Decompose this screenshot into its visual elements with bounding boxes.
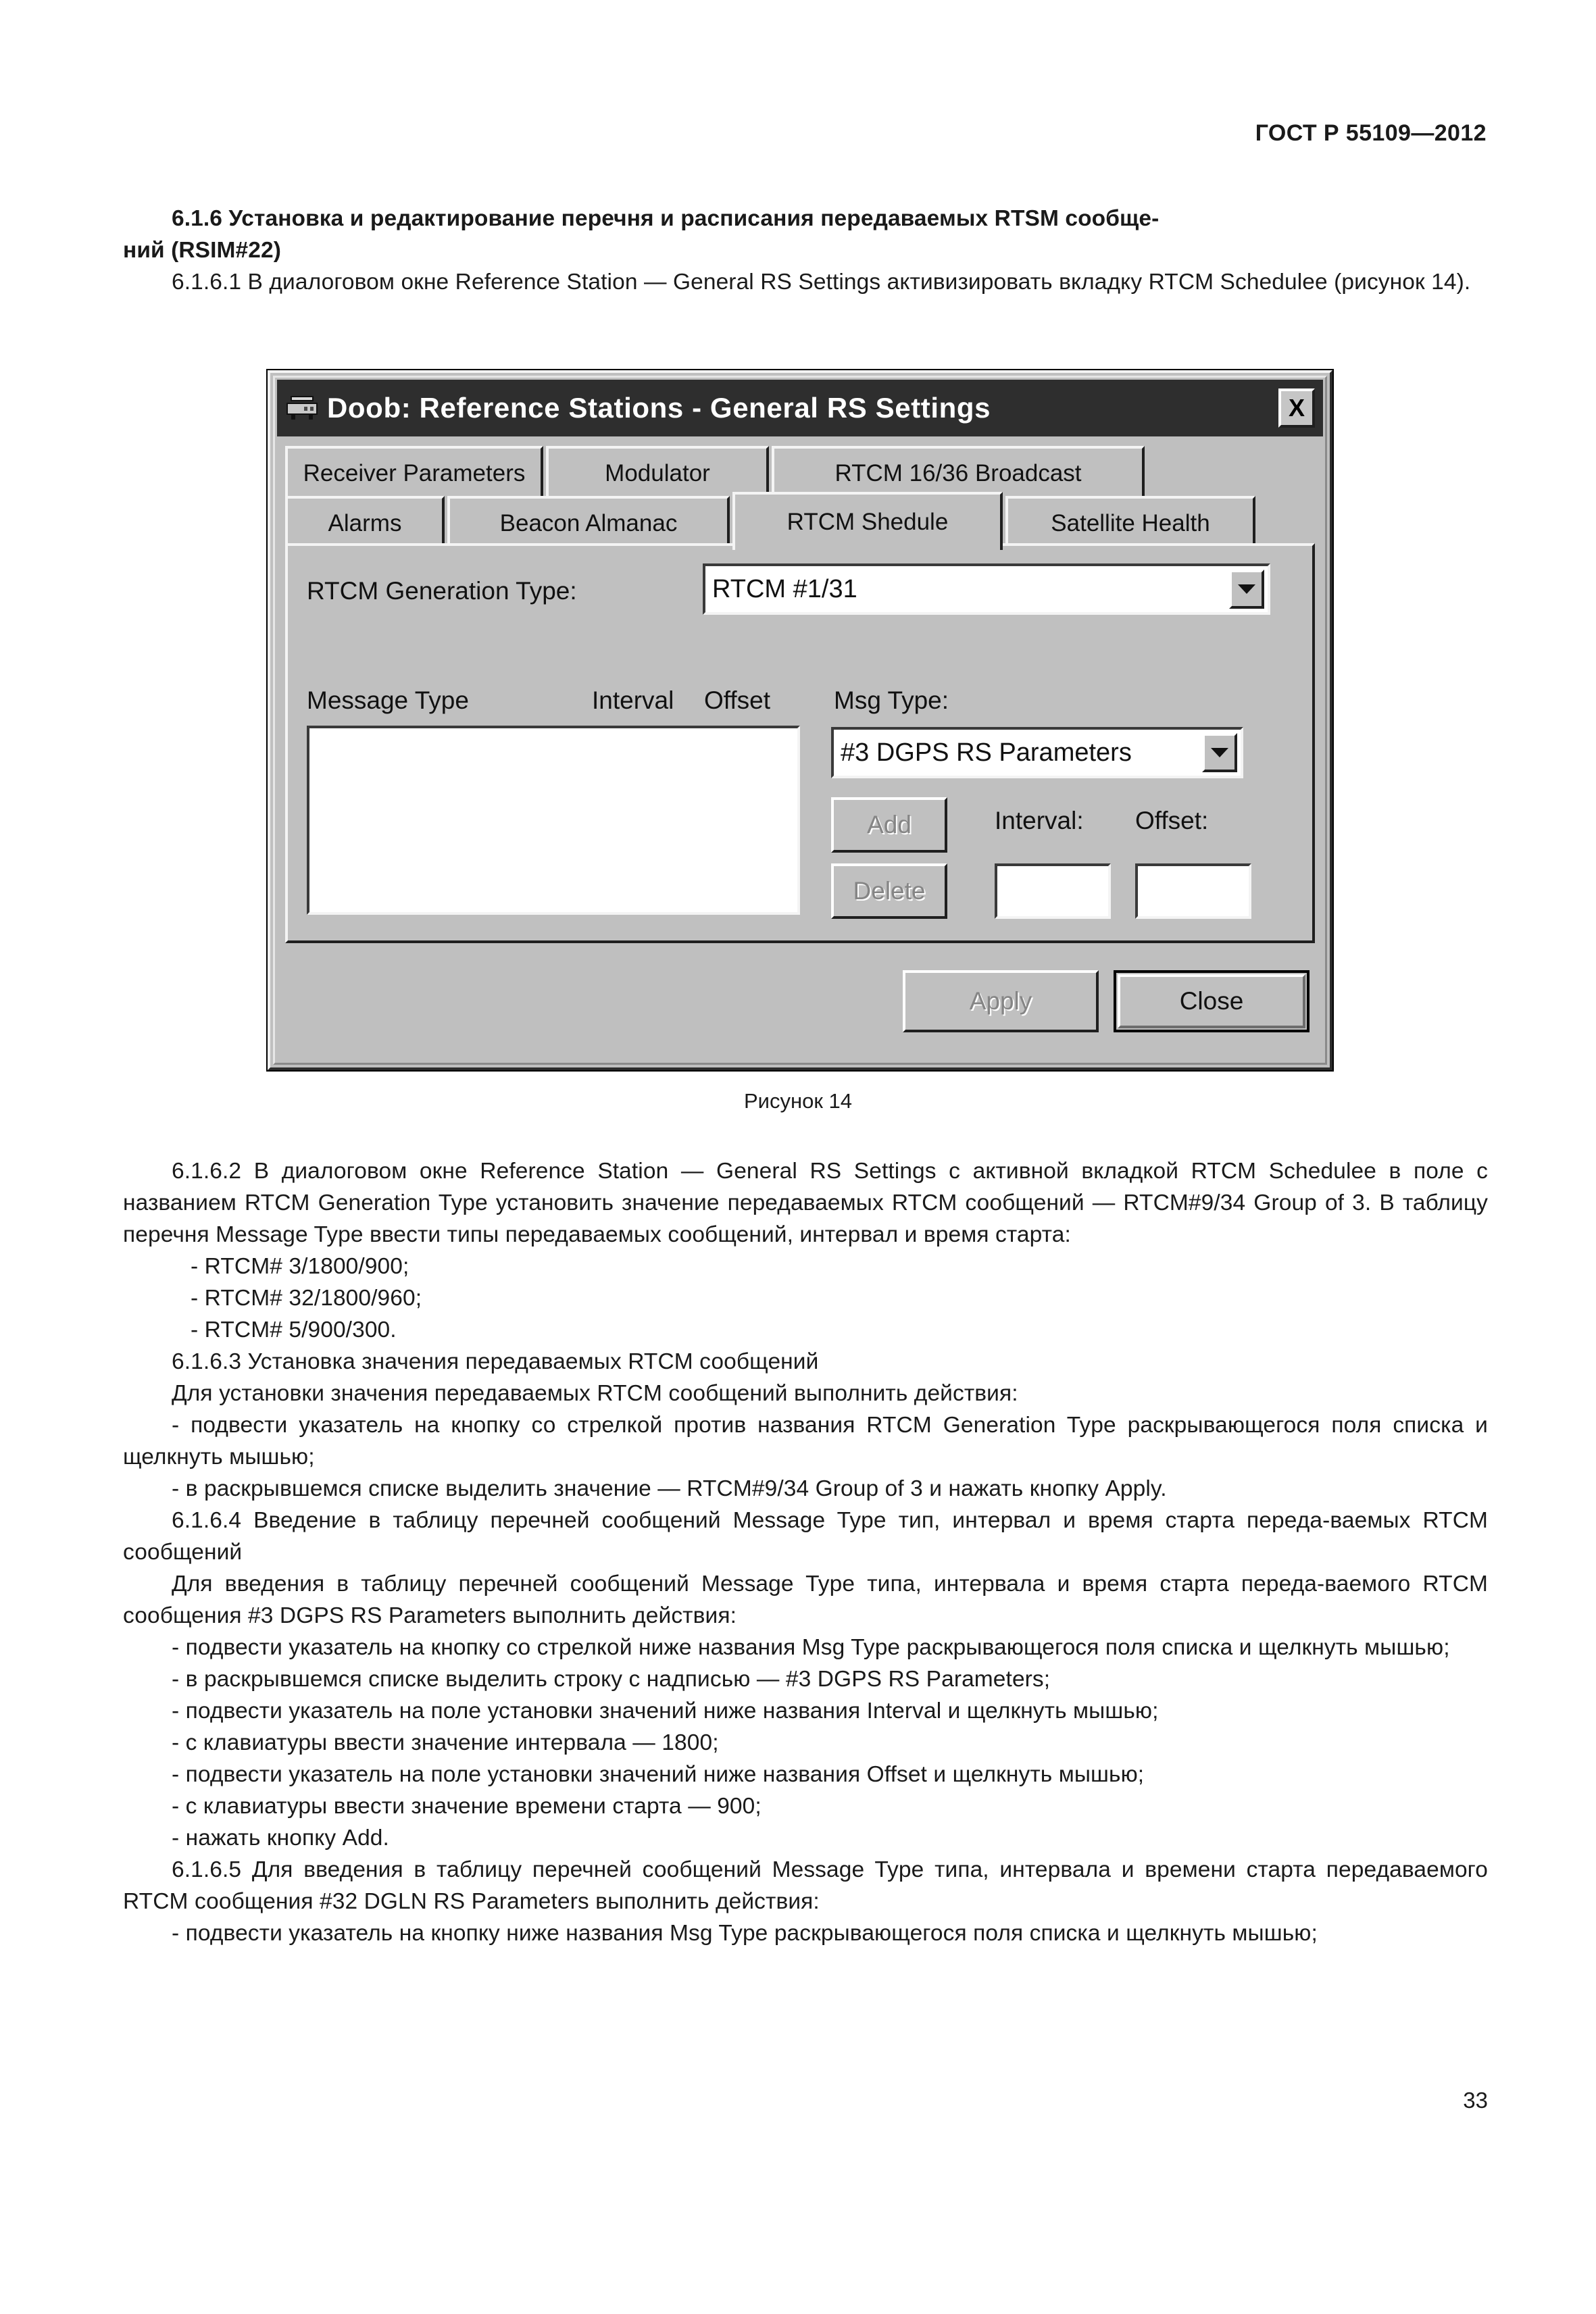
list-item: - подвести указатель на кнопку со стрелк…	[123, 1413, 1488, 1469]
paragraph-6-1-6-4: 6.1.6.4 Введение в таблицу перечней сооб…	[123, 1508, 1488, 1565]
paragraph-6-1-6-4-intro: Для введения в таблицу перечней сообщени…	[123, 1571, 1488, 1628]
close-icon[interactable]: X	[1278, 388, 1315, 428]
paragraph-6-1-6-1: 6.1.6.1 В диалоговом окне Reference Stat…	[172, 270, 1471, 295]
figure-caption: Рисунок 14	[743, 1089, 852, 1113]
list-item: - подвести указатель на поле установки з…	[172, 1699, 1159, 1724]
running-header-standard-number: ГОСТ Р 55109—2012	[1255, 120, 1487, 146]
paragraph-6-1-6-3-intro: Для установки значения передаваемых RTCM…	[172, 1381, 1018, 1406]
tabstrip: Receiver Parameters Modulator RTCM 16/36…	[285, 446, 1315, 550]
msg-type-value: #3 DGPS RS Parameters	[841, 738, 1132, 767]
tab-satellite-health[interactable]: Satellite Health	[1005, 496, 1255, 549]
tab-rtcm-shedule[interactable]: RTCM Shedule	[732, 492, 1003, 550]
offset-field-label: Offset:	[1135, 807, 1209, 834]
tab-receiver-parameters[interactable]: Receiver Parameters	[285, 446, 543, 499]
paragraph-6-1-6-5: 6.1.6.5 Для введения в таблицу перечней …	[123, 1857, 1488, 1914]
page-number: 33	[1463, 2088, 1488, 2113]
dialog-titlebar[interactable]: Doob: Reference Stations - General RS Se…	[277, 380, 1323, 436]
rtcm-generation-type-label: RTCM Generation Type:	[307, 577, 577, 605]
receiver-device-icon	[286, 395, 318, 422]
dialog-title: Doob: Reference Stations - General RS Se…	[327, 392, 991, 424]
rtcm-generation-type-value: RTCM #1/31	[712, 574, 857, 603]
message-type-listbox[interactable]	[307, 726, 800, 915]
tab-label: Beacon Almanac	[499, 510, 678, 536]
list-item: - подвести указатель на поле установки з…	[172, 1762, 1145, 1787]
delete-button[interactable]: Delete	[831, 863, 947, 919]
close-button[interactable]: Close	[1114, 970, 1310, 1032]
tab-label: Modulator	[605, 460, 710, 486]
section-heading-6-1-6-line1: 6.1.6 Установка и редактирование перечня…	[172, 206, 1159, 231]
body-text-bottom: 6.1.6.2 В диалоговом окне Reference Stat…	[123, 1155, 1488, 1949]
tab-label: Receiver Parameters	[303, 460, 526, 486]
tab-modulator[interactable]: Modulator	[546, 446, 769, 499]
msg-type-combo[interactable]: #3 DGPS RS Parameters	[831, 727, 1243, 778]
tab-label: RTCM Shedule	[787, 509, 949, 535]
list-item: - RTCM# 5/900/300.	[191, 1317, 397, 1342]
tab-alarms[interactable]: Alarms	[285, 496, 445, 549]
document-page: ГОСТ Р 55109—2012 Doob: Reference Statio…	[0, 0, 1596, 2314]
delete-button-label: Delete	[853, 877, 926, 905]
section-heading-6-1-6-line2: ний (RSIM#22)	[123, 238, 281, 263]
offset-column-header: Offset	[704, 686, 771, 714]
tab-label: Satellite Health	[1051, 510, 1210, 536]
rtcm-shedule-tab-panel: RTCM Generation Type: RTCM #1/31 Message…	[285, 543, 1315, 943]
tab-row-2: Alarms Beacon Almanac RTCM Shedule Satel…	[285, 492, 1315, 550]
chevron-down-icon[interactable]	[1202, 733, 1237, 772]
add-button[interactable]: Add	[831, 797, 947, 853]
list-item: - в раскрывшемся списке выделить строку …	[172, 1667, 1051, 1692]
tab-label: RTCM 16/36 Broadcast	[834, 460, 1082, 486]
reference-stations-dialog: Doob: Reference Stations - General RS Se…	[268, 370, 1332, 1070]
paragraph-6-1-6-2: 6.1.6.2 В диалоговом окне Reference Stat…	[123, 1159, 1488, 1247]
list-item: - подвести указатель на кнопку со стрелк…	[172, 1635, 1450, 1660]
close-button-label: Close	[1179, 987, 1244, 1015]
list-item: - RTCM# 3/1800/900;	[191, 1254, 409, 1279]
msg-type-label: Msg Type:	[834, 686, 949, 714]
list-item: - нажать кнопку Add.	[172, 1826, 389, 1851]
offset-input[interactable]	[1135, 863, 1251, 919]
interval-column-header: Interval	[592, 686, 674, 714]
tab-rtcm-16-36-broadcast[interactable]: RTCM 16/36 Broadcast	[772, 446, 1145, 499]
apply-button[interactable]: Apply	[903, 970, 1099, 1032]
message-type-column-header: Message Type	[307, 686, 469, 714]
tab-label: Alarms	[328, 510, 402, 536]
list-item: - с клавиатуры ввести значение интервала…	[172, 1730, 719, 1755]
tab-beacon-almanac[interactable]: Beacon Almanac	[447, 496, 730, 549]
tab-row-1: Receiver Parameters Modulator RTCM 16/36…	[285, 446, 1315, 499]
rtcm-generation-type-combo[interactable]: RTCM #1/31	[703, 563, 1270, 615]
interval-field-label: Interval:	[995, 807, 1084, 834]
chevron-down-icon[interactable]	[1229, 570, 1264, 609]
list-item: - RTCM# 32/1800/960;	[191, 1286, 422, 1311]
interval-input[interactable]	[995, 863, 1111, 919]
apply-button-label: Apply	[969, 987, 1032, 1015]
paragraph-6-1-6-3: 6.1.6.3 Установка значения передаваемых …	[172, 1349, 819, 1374]
body-text-top: 6.1.6 Установка и редактирование перечня…	[123, 203, 1488, 298]
add-button-label: Add	[867, 811, 912, 838]
list-item: - с клавиатуры ввести значение времени с…	[172, 1794, 762, 1819]
list-item: - в раскрывшемся списке выделить значени…	[172, 1476, 1167, 1501]
list-item: - подвести указатель на кнопку ниже назв…	[172, 1921, 1318, 1946]
